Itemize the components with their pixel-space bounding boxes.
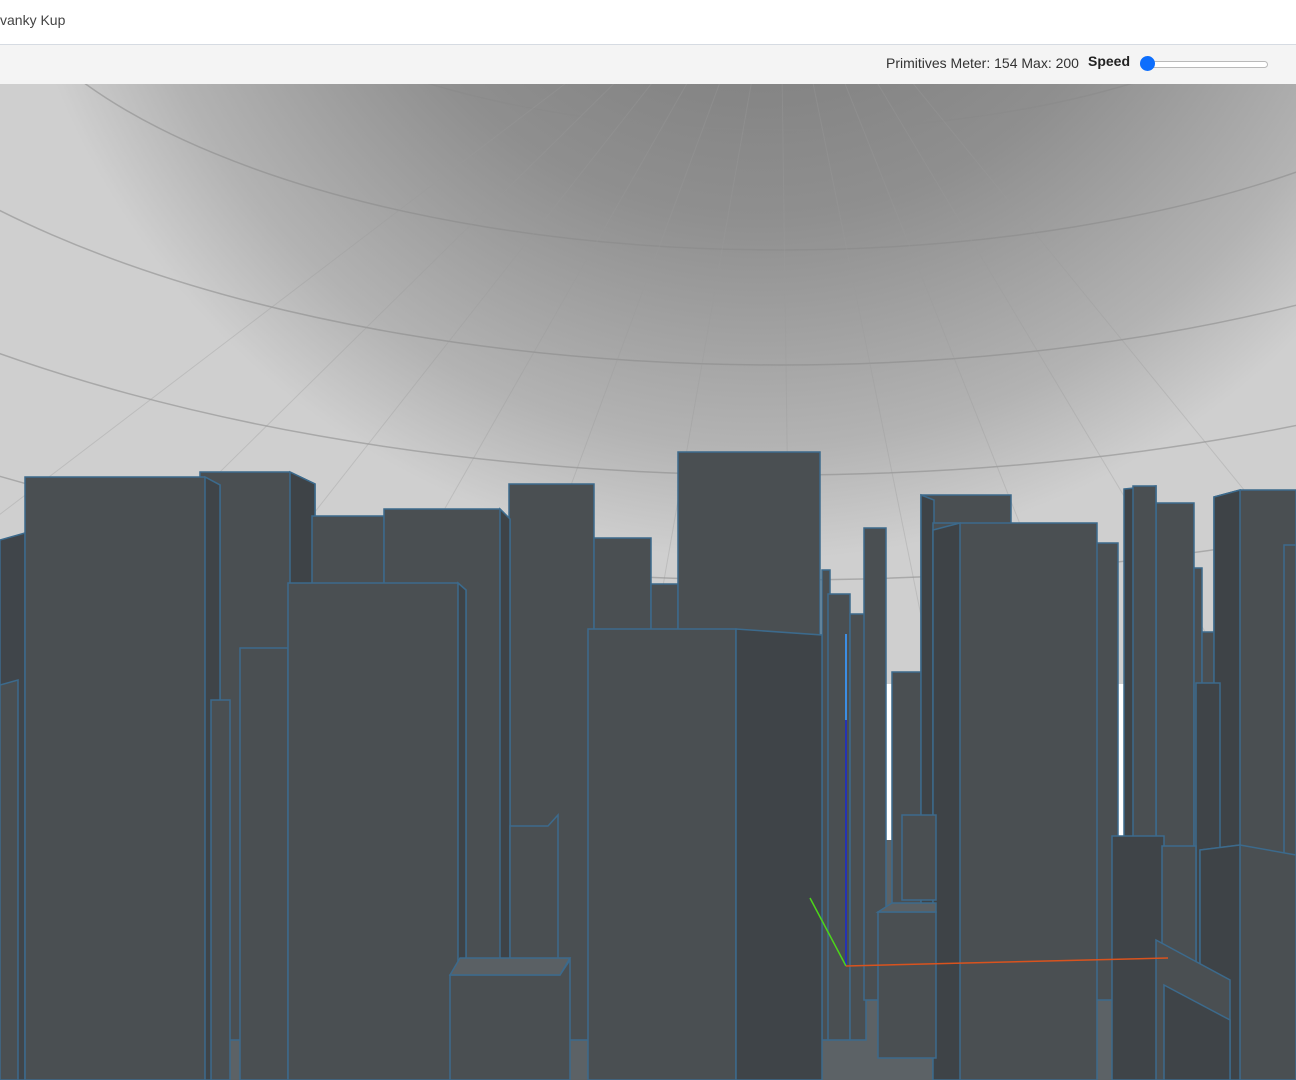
primitives-meter: Primitives Meter: 154 Max: 200 <box>886 55 1079 71</box>
3d-viewport[interactable] <box>0 84 1296 1080</box>
scene-canvas[interactable] <box>0 84 1296 1080</box>
title-bar: vanky Kup <box>0 0 1296 45</box>
speed-slider-track[interactable] <box>1140 61 1268 68</box>
speed-label: Speed <box>1088 53 1131 69</box>
toolbar: Primitives Meter: 154 Max: 200 Speed <box>0 45 1296 123</box>
speed-slider-thumb[interactable] <box>1140 56 1155 71</box>
window-title: vanky Kup <box>0 12 66 28</box>
speed-slider[interactable] <box>1140 56 1268 72</box>
